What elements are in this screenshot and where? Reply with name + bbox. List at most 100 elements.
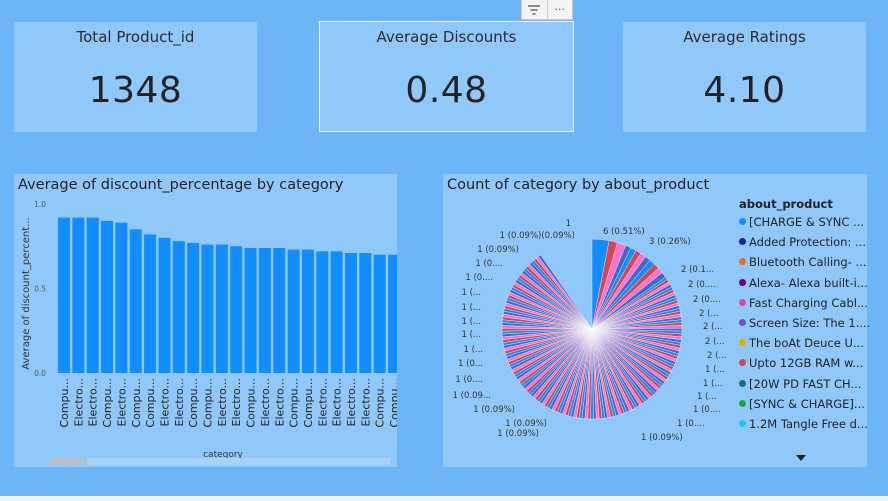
- bar-chart-plot: 0.0 0.5 1.0Average of discount_percent... C…: [21, 200, 397, 460]
- legend-item[interactable]: Screen Size: The 1....: [739, 316, 870, 330]
- pie-data-label: 2 (0....: [693, 295, 721, 305]
- kpi-value: 0.48: [405, 70, 488, 111]
- pie-data-label: 1 (0....: [465, 273, 493, 283]
- legend-item[interactable]: The boAt Deuce U...: [739, 336, 864, 350]
- legend-item[interactable]: 1.2M Tangle Free d...: [739, 417, 868, 431]
- bar: [129, 229, 142, 373]
- bar: [144, 234, 157, 373]
- kpi-value: 4.10: [703, 70, 786, 111]
- bar: [301, 249, 314, 373]
- legend-item[interactable]: Added Protection: ...: [739, 235, 866, 249]
- legend-color-dot-icon: [739, 319, 746, 326]
- legend-color-dot-icon: [739, 339, 746, 347]
- pie-data-label: 1 (0.09%)(0.09%): [500, 231, 575, 241]
- bar: [330, 251, 343, 373]
- pie-data-label: 2 (...: [703, 322, 723, 332]
- legend-label: [SYNC & CHARGE]...: [749, 396, 865, 411]
- x-tick-label: Electro...: [216, 378, 229, 426]
- bar: [359, 253, 372, 373]
- x-tick-label: Compu...: [245, 378, 258, 428]
- pie-data-label: 1 (0.09%): [473, 405, 515, 415]
- legend-color-dot-icon: [739, 278, 746, 286]
- pie-data-label: 1 (0....: [693, 405, 721, 415]
- pie-data-label: 1 (0.09%): [505, 419, 547, 429]
- x-tick-label: Compu...: [58, 378, 71, 428]
- filter-icon[interactable]: [522, 0, 547, 19]
- pie-data-label: 1 (...: [697, 392, 717, 402]
- bar: [172, 241, 185, 373]
- x-tick-label: Compu...: [302, 378, 315, 428]
- bar: [316, 251, 329, 373]
- y-axis-label: Average of discount_percent...: [21, 217, 32, 369]
- x-tick-label: Compu...: [374, 378, 387, 428]
- legend-color-dot-icon: [739, 359, 746, 367]
- kpi-title: Total Product_id: [76, 28, 195, 46]
- pie-data-label: 1 (0....: [677, 419, 705, 429]
- legend-label: 1.2M Tangle Free d...: [749, 417, 868, 431]
- x-tick-label: Electro...: [230, 378, 243, 426]
- x-tick-label: Compu...: [388, 378, 397, 428]
- legend-label: Bluetooth Calling- ...: [749, 255, 867, 270]
- pie-data-label: 6 (0.51%): [603, 227, 645, 237]
- pie-chart-visual[interactable]: Count of category by about_product 16 (0…: [443, 174, 870, 467]
- legend-label: [20W PD FAST CH...: [749, 376, 862, 391]
- bar: [373, 254, 386, 373]
- x-tick-label: Electro...: [359, 378, 372, 426]
- x-tick-label: Compu...: [187, 378, 200, 428]
- bar: [215, 244, 228, 373]
- x-tick-label: Compu...: [101, 378, 114, 428]
- x-tick-label: Electro...: [316, 378, 329, 426]
- bar: [345, 253, 357, 373]
- legend-item[interactable]: Fast Charging Cabl...: [739, 296, 868, 310]
- legend-color-dot-icon: [739, 258, 746, 266]
- bar-chart-visual[interactable]: Average of discount_percentage by catego…: [14, 174, 397, 467]
- legend-item[interactable]: Alexa- Alexa built-i...: [739, 276, 868, 290]
- pie-data-label: 1 (...: [461, 330, 481, 340]
- pie-data-label: 2 (0....: [688, 280, 716, 290]
- more-options-icon[interactable]: ···: [546, 0, 573, 19]
- bar: [158, 237, 171, 373]
- pie-data-label: 1 (0....: [475, 259, 503, 269]
- legend-label: Alexa- Alexa built-i...: [749, 275, 868, 290]
- pie-data-label: 3 (0.26%): [649, 237, 691, 247]
- legend-scroll-down-icon[interactable]: [796, 455, 806, 462]
- legend-item[interactable]: Upto 12GB RAM w...: [739, 356, 863, 370]
- y-tick-label: 0.5: [34, 285, 46, 294]
- legend-label: Added Protection: ...: [749, 235, 866, 250]
- bar: [72, 217, 85, 373]
- kpi-card-average-discounts[interactable]: Average Discounts 0.48: [319, 21, 574, 132]
- x-tick-label: Compu...: [130, 378, 143, 428]
- bar: [86, 217, 99, 373]
- pie-data-label: 1 (...: [461, 317, 481, 327]
- horizontal-scrollbar-thumb[interactable]: [50, 458, 87, 465]
- horizontal-scrollbar-track[interactable]: [50, 458, 390, 465]
- legend-item[interactable]: [SYNC & CHARGE]...: [739, 397, 865, 411]
- kpi-card-average-ratings[interactable]: Average Ratings 4.10: [623, 22, 866, 132]
- kpi-value: 1348: [88, 70, 183, 111]
- legend-label: Screen Size: The 1....: [749, 316, 871, 330]
- legend-color-dot-icon: [739, 238, 746, 246]
- bar: [273, 247, 286, 373]
- kpi-title: Average Ratings: [683, 28, 806, 46]
- legend-item[interactable]: [20W PD FAST CH...: [739, 377, 861, 391]
- page-tabs-strip: [0, 496, 888, 501]
- legend-color-dot-icon: [739, 399, 746, 407]
- x-tick-label: Electro...: [158, 378, 171, 426]
- bar: [101, 220, 114, 373]
- x-tick-label: Electro...: [345, 378, 358, 426]
- pie-data-label: 1 (...: [705, 365, 725, 375]
- legend-item[interactable]: Bluetooth Calling- ...: [739, 255, 867, 269]
- pie-chart-plot: 1 6 (0.51%) 3 (0.26%) 2 (0.1... 2 (0.... 2 (0…: [453, 219, 727, 443]
- bar: [115, 222, 128, 373]
- pie-data-label: 1 (0.09%): [641, 433, 683, 443]
- x-tick-label: Electro...: [87, 378, 100, 426]
- bar: [388, 254, 397, 373]
- pie-data-label: 1 (0.09%): [497, 429, 539, 439]
- pie-data-label: 1 (0....: [455, 375, 483, 385]
- legend-item[interactable]: [CHARGE & SYNC ...: [739, 215, 864, 229]
- kpi-card-total-product-id[interactable]: Total Product_id 1348: [14, 22, 257, 132]
- x-tick-label: Compu...: [202, 378, 215, 428]
- bar: [244, 247, 257, 373]
- pie-data-label: 2 (...: [699, 309, 719, 319]
- legend-title: about_product: [739, 197, 833, 211]
